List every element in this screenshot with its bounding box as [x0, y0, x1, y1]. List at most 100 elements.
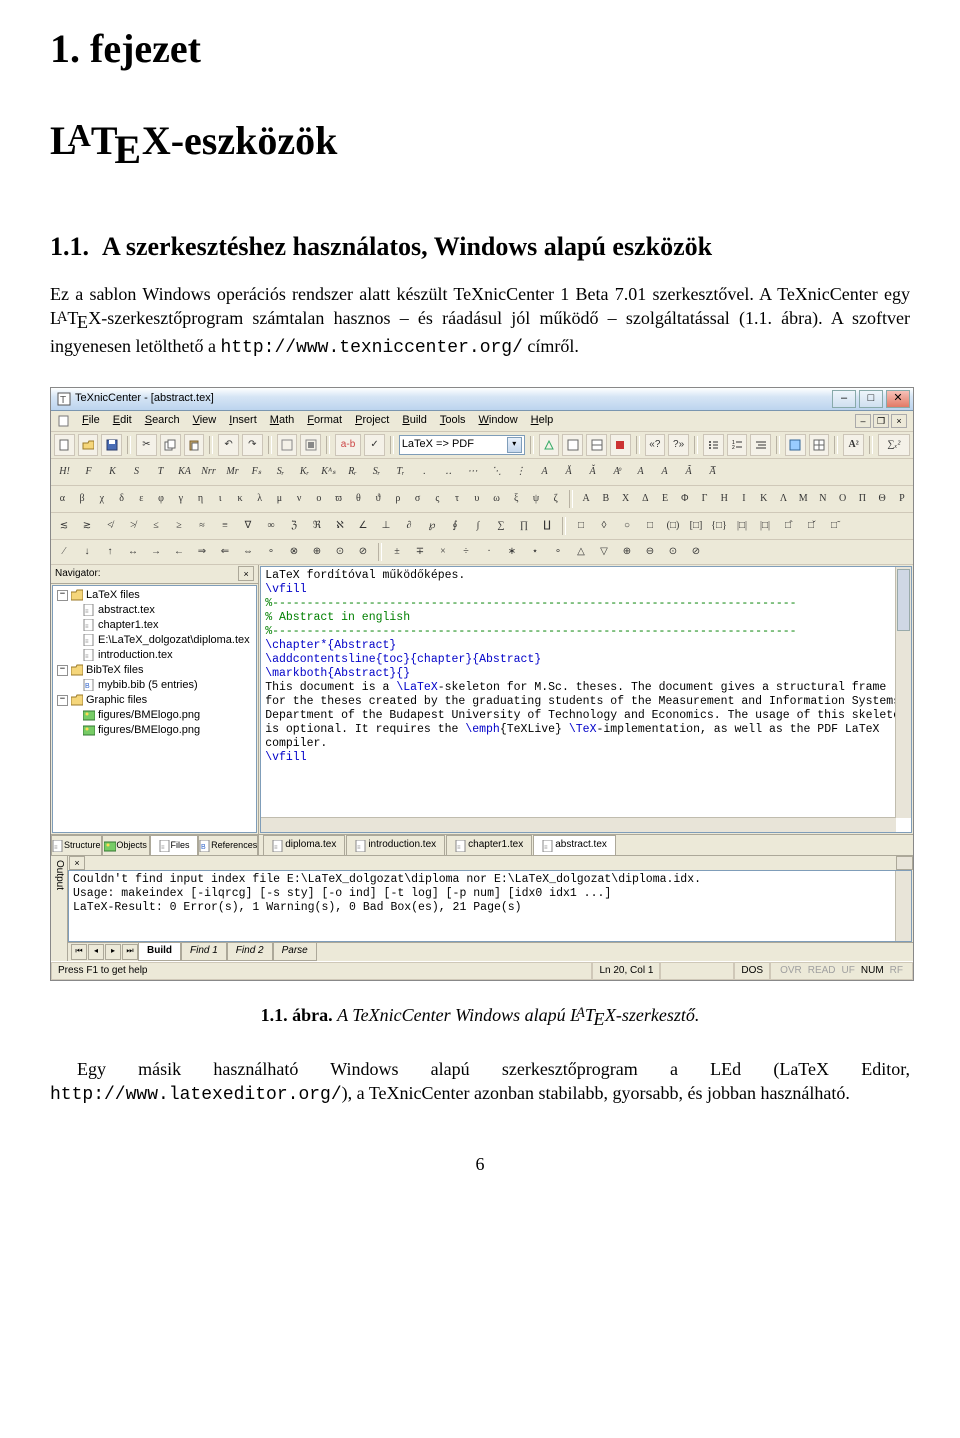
symbol-button[interactable]: ↓ [77, 541, 97, 563]
symbol-button[interactable]: ∇ [238, 515, 258, 537]
symbol-button[interactable]: ⊗ [284, 541, 304, 563]
menu-edit[interactable]: Edit [107, 411, 138, 430]
greek-button[interactable]: Θ [874, 488, 891, 510]
symbol-button[interactable]: |□| [755, 515, 775, 537]
symbol-button[interactable]: ◊ [594, 515, 614, 537]
greek-button[interactable]: ϖ [330, 488, 347, 510]
greek-button[interactable]: χ [93, 488, 110, 510]
symbol-button[interactable]: ≮ [100, 515, 120, 537]
tree-folder[interactable]: −LaTeX files [57, 588, 254, 603]
mathstyle-button[interactable]: Tᵣ [390, 461, 411, 483]
greek-button[interactable]: Λ [775, 488, 792, 510]
output-profile-combo[interactable]: LaTeX => PDF▾ [399, 435, 525, 455]
greek-button[interactable]: τ [449, 488, 466, 510]
symbol-button[interactable]: ⇐ [215, 541, 235, 563]
mathstyle-button[interactable]: T [150, 461, 171, 483]
greek-button[interactable]: ϑ [370, 488, 387, 510]
symbol-button[interactable]: ∠ [353, 515, 373, 537]
mathstyle-button[interactable]: Rᵣ [342, 461, 363, 483]
greek-button[interactable]: O [834, 488, 851, 510]
greek-button[interactable]: M [795, 488, 812, 510]
equation-icon[interactable]: ∑ₓ² [878, 434, 910, 456]
mathstyle-button[interactable]: KA [174, 461, 195, 483]
greek-button[interactable]: Π [854, 488, 871, 510]
greek-button[interactable]: η [192, 488, 209, 510]
paste-icon[interactable] [184, 434, 205, 456]
maximize-button[interactable]: □ [859, 390, 883, 408]
greek-button[interactable]: ν [291, 488, 308, 510]
build-view-icon[interactable] [562, 434, 583, 456]
symbol-button[interactable]: ≤ [146, 515, 166, 537]
greek-button[interactable]: γ [172, 488, 189, 510]
greek-button[interactable]: α [54, 488, 71, 510]
tree-file[interactable]: ≡abstract.tex [57, 603, 254, 618]
tree-file[interactable]: ≡introduction.tex [57, 648, 254, 663]
mathstyle-button[interactable]: Sᵣ [366, 461, 387, 483]
greek-button[interactable]: ε [133, 488, 150, 510]
symbol-button[interactable]: ∑ [491, 515, 511, 537]
menu-tools[interactable]: Tools [434, 411, 472, 430]
symbol-button[interactable]: ℵ [330, 515, 350, 537]
symbol-button[interactable]: ℜ [307, 515, 327, 537]
prev-error-icon[interactable]: «? [645, 434, 666, 456]
output-pane[interactable]: Couldn't find input index file E:\LaTeX_… [68, 870, 912, 942]
greek-button[interactable]: X [617, 488, 634, 510]
mathstyle-button[interactable]: Sᵣ [270, 461, 291, 483]
symbol-button[interactable]: ⋆ [525, 541, 545, 563]
symbol-button[interactable]: ↑ [100, 541, 120, 563]
mdi-close-button[interactable]: × [891, 414, 907, 428]
mathstyle-button[interactable]: Kᵣ [294, 461, 315, 483]
greek-button[interactable]: μ [271, 488, 288, 510]
mathstyle-button[interactable]: F [78, 461, 99, 483]
editor-tab[interactable]: ≡diploma.tex [263, 835, 345, 855]
copy-icon[interactable] [160, 434, 181, 456]
mathstyle-button[interactable]: Ă [558, 461, 579, 483]
symbol-button[interactable]: ⊕ [617, 541, 637, 563]
description-icon[interactable] [750, 434, 771, 456]
nav-tab-files[interactable]: ≡Files [150, 835, 198, 855]
greek-button[interactable]: λ [251, 488, 268, 510]
greek-button[interactable]: P [893, 488, 910, 510]
greek-button[interactable]: ρ [389, 488, 406, 510]
symbol-button[interactable]: · [479, 541, 499, 563]
symbol-button[interactable]: ℘ [422, 515, 442, 537]
symbol-button[interactable]: (□) [663, 515, 683, 537]
greek-button[interactable]: ζ [547, 488, 564, 510]
greek-button[interactable]: ξ [508, 488, 525, 510]
editor-tab[interactable]: ≡chapter1.tex [446, 835, 532, 855]
symbol-button[interactable]: ⊥ [376, 515, 396, 537]
output-scroll-up[interactable] [896, 856, 913, 870]
tree-file[interactable]: figures/BMElogo.png [57, 723, 254, 738]
mdi-restore-button[interactable]: ❐ [873, 414, 889, 428]
symbol-button[interactable]: ≲ [54, 515, 74, 537]
spellcheck-icon[interactable]: ✓ [364, 434, 385, 456]
tree-file[interactable]: Bmybib.bib (5 entries) [57, 678, 254, 693]
mathstyle-button[interactable]: . [414, 461, 435, 483]
greek-button[interactable]: Φ [676, 488, 693, 510]
tree-folder[interactable]: −BibTeX files [57, 663, 254, 678]
greek-button[interactable]: I [736, 488, 753, 510]
mathstyle-button[interactable]: A̅ [702, 461, 723, 483]
symbol-button[interactable]: ∮ [445, 515, 465, 537]
menu-help[interactable]: Help [525, 411, 560, 430]
mathstyle-button[interactable]: Fₛ [246, 461, 267, 483]
greek-button[interactable]: Γ [696, 488, 713, 510]
mathstyle-button[interactable]: A [534, 461, 555, 483]
greek-button[interactable]: Δ [637, 488, 654, 510]
symbol-button[interactable]: ≡ [215, 515, 235, 537]
greek-button[interactable]: B [597, 488, 614, 510]
navigator-tree[interactable]: −LaTeX files≡abstract.tex≡chapter1.tex≡E… [52, 585, 257, 833]
tree-file[interactable]: ≡E:\LaTeX_dolgozat\diploma.tex [57, 633, 254, 648]
nav-tab-references[interactable]: BReferences [198, 835, 258, 855]
symbol-button[interactable]: |□| [732, 515, 752, 537]
greek-button[interactable]: ω [488, 488, 505, 510]
symbol-button[interactable]: □̌ [801, 515, 821, 537]
mathstyle-button[interactable]: K [102, 461, 123, 483]
symbol-button[interactable]: ∘ [548, 541, 568, 563]
symbol-button[interactable]: ▽ [594, 541, 614, 563]
greek-button[interactable]: H [716, 488, 733, 510]
symbol-button[interactable]: ± [387, 541, 407, 563]
symbol-button[interactable]: ⊘ [353, 541, 373, 563]
symbol-button[interactable]: □̃ [824, 515, 844, 537]
symbol-button[interactable]: ≳ [77, 515, 97, 537]
